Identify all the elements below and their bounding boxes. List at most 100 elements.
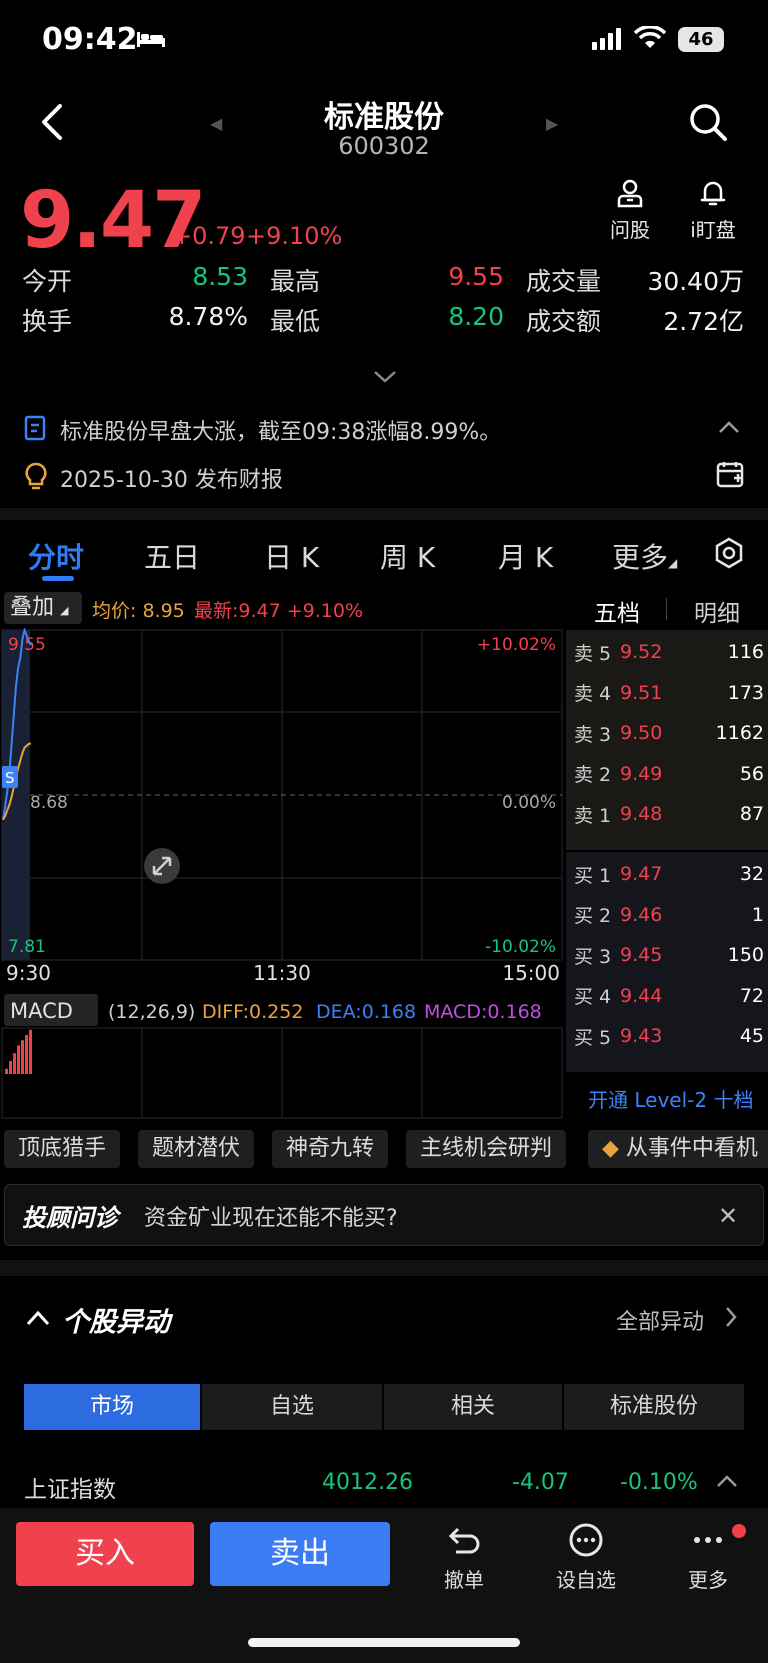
prev-stock-arrow-icon[interactable]: ◀ [210,114,222,133]
home-indicator[interactable] [248,1638,520,1647]
search-icon[interactable] [688,102,728,142]
bid-row[interactable]: 买 2 9.46 1 [574,895,764,935]
expand-chevron-icon[interactable] [372,368,398,386]
ask-row[interactable]: 卖 3 9.50 1162 [574,713,764,753]
status-time: 09:42 [42,22,138,57]
tab-daily-k[interactable]: 日 K [264,536,319,576]
active-tab-indicator [42,576,74,581]
tab-five-level[interactable]: 五档 [594,594,640,628]
bid-price: 9.44 [620,984,663,1007]
ask-row[interactable]: 卖 5 9.52 116 [574,632,764,672]
chevron-up-icon[interactable] [26,1310,50,1326]
chip-mainline-opportunity[interactable]: 主线机会研判 [406,1130,567,1168]
index-value: 4012.26 [322,1470,413,1495]
sell-button[interactable]: 卖出 [210,1522,390,1586]
segment-watchlist[interactable]: 自选 [202,1384,382,1430]
ask-row[interactable]: 卖 1 9.48 87 [574,794,764,834]
overlay-dropdown[interactable]: 叠加 ◢ [4,592,82,624]
y-tick-low: 7.81 [8,937,46,957]
chip-magic-nine[interactable]: 神奇九转 [272,1130,389,1168]
chip-event-insight[interactable]: ◆ 从事件中看机 [588,1130,768,1168]
next-stock-arrow-icon[interactable]: ▶ [546,114,558,133]
wifi-icon [634,26,666,48]
chip-theme-lurk[interactable]: 题材潜伏 [138,1130,255,1168]
bid-label: 买 5 [574,1026,612,1049]
volume-label: 成交量 [526,267,602,296]
advisor-brand: 投顾问诊 [22,1204,118,1232]
add-watchlist-button[interactable]: 设自选 [546,1522,626,1593]
amount-value: 2.72亿 [663,307,744,336]
y-pct-low: -10.02% [485,937,556,957]
segment-related[interactable]: 相关 [384,1384,562,1430]
bid-row[interactable]: 买 5 9.43 45 [574,1016,764,1056]
ask-label: 卖 2 [574,764,612,786]
bid-price: 9.46 [620,903,663,926]
tab-detail[interactable]: 明细 [694,594,740,628]
bid-price: 9.45 [620,944,663,966]
back-arrow-icon[interactable] [38,102,68,142]
chevron-up-icon[interactable] [716,1474,738,1488]
bid-row[interactable]: 买 4 9.44 72 [574,976,764,1016]
calendar-add-icon[interactable] [716,460,744,488]
chip-bottom-hunter[interactable]: 顶底猎手 [4,1130,121,1168]
x-tick-close: 15:00 [502,961,560,985]
bid-row[interactable]: 买 3 9.45 150 [574,935,764,975]
latest-price-label: 最新:9.47 +9.10% [194,600,364,622]
ask-volume: 56 [739,762,764,785]
high-label: 最高 [270,267,321,296]
level2-upgrade-link[interactable]: 开通 Level-2 十档 [588,1084,753,1113]
intraday-chart[interactable]: 9.55 8.68 7.81 +10.02% 0.00% -10.02% S 9… [0,628,564,1120]
fullscreen-button[interactable] [144,848,180,884]
bell-icon [700,181,726,206]
ask-label: 卖 5 [574,642,612,665]
segment-market[interactable]: 市场 [24,1384,200,1430]
undo-icon [448,1527,480,1554]
section-divider [0,1260,768,1276]
chevron-right-icon[interactable] [724,1306,738,1328]
advisor-question[interactable]: 资金矿业现在还能不能买? [144,1200,398,1232]
watch-plate-button[interactable]: i盯盘 [678,178,748,243]
macd-bar [25,1035,28,1074]
volume-value: 30.40万 [647,267,744,296]
stock-code: 600302 [338,132,430,160]
s-marker[interactable]: S [2,766,18,788]
bid-volume: 32 [739,863,764,885]
notification-dot [732,1524,746,1538]
macd-dea: DEA:0.168 [316,1001,416,1023]
settings-hexagon-icon[interactable] [713,537,745,569]
macd-value: MACD:0.168 [424,1001,542,1023]
more-label: 更多 [688,1568,728,1592]
diamond-icon: ◆ [602,1136,619,1161]
macd-bar [13,1053,16,1074]
earnings-report-date[interactable]: 2025-10-30 发布财报 [60,462,283,494]
index-change-percent: -0.10% [620,1470,698,1495]
tab-more[interactable]: 更多◢ [612,536,677,576]
cancel-order-button[interactable]: 撤单 [424,1522,504,1593]
y-tick-mid: 8.68 [30,793,68,813]
segment-this-stock[interactable]: 标准股份 [564,1384,744,1430]
all-moves-link[interactable]: 全部异动 [616,1304,704,1336]
tab-intraday[interactable]: 分时 [28,536,84,576]
tab-weekly-k[interactable]: 周 K [380,536,435,576]
tab-monthly-k[interactable]: 月 K [498,536,553,576]
close-icon[interactable]: ✕ [718,1202,738,1230]
bid-label: 买 4 [574,986,612,1008]
index-change: -4.07 [512,1470,569,1495]
sleep-mode-icon [137,32,165,47]
more-dots-icon [694,1537,722,1543]
macd-label: MACD [10,999,73,1023]
dropdown-corner-icon: ◢ [668,556,678,570]
bid-row[interactable]: 买 1 9.47 32 [574,854,764,894]
bid-volume: 1 [751,903,764,926]
index-name[interactable]: 上证指数 [24,1470,116,1504]
chevron-up-icon[interactable] [718,420,740,434]
ask-volume: 87 [739,803,764,825]
ask-stock-button[interactable]: 问股 [595,178,665,243]
buy-button[interactable]: 买入 [16,1522,194,1586]
bid-label: 买 1 [574,864,612,887]
ask-row[interactable]: 卖 4 9.51 173 [574,673,764,713]
tab-five-day[interactable]: 五日 [144,536,200,576]
average-price-label: 均价: 8.95 [92,600,185,622]
news-headline[interactable]: 标准股份早盘大涨，截至09:38涨幅8.99%。 [60,414,501,446]
ask-row[interactable]: 卖 2 9.49 56 [574,754,764,794]
